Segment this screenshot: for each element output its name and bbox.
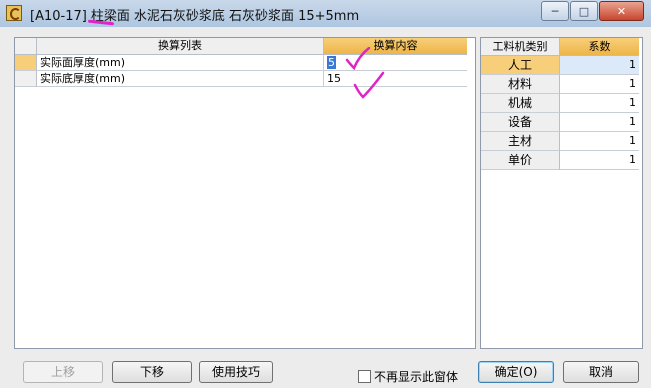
close-button[interactable]: ✕ (599, 1, 644, 21)
checkmark-annotation (345, 47, 371, 71)
move-up-button[interactable]: 上移 (23, 361, 103, 383)
usage-tips-button[interactable]: 使用技巧 (199, 361, 273, 383)
cancel-button[interactable]: 取消 (563, 361, 639, 383)
row-header[interactable] (15, 71, 37, 87)
table-row[interactable]: 主材 1 (481, 132, 639, 151)
table-row[interactable]: 机械 1 (481, 94, 639, 113)
table-row[interactable]: 实际面厚度(mm) 5 (15, 55, 467, 71)
dialog-window: [A10-17] 柱梁面 水泥石灰砂浆底 石灰砂浆面 15+5mm ─ □ ✕ 换算… (0, 0, 651, 388)
dont-show-again-checkbox[interactable] (358, 369, 371, 383)
category-cell[interactable]: 设备 (481, 113, 560, 132)
factor-cell[interactable]: 1 (560, 94, 639, 113)
title-bar: [A10-17] 柱梁面 水泥石灰砂浆底 石灰砂浆面 15+5mm ─ □ ✕ (0, 0, 651, 27)
category-cell[interactable]: 单价 (481, 151, 560, 170)
factor-cell[interactable]: 1 (560, 151, 639, 170)
move-down-button[interactable]: 下移 (112, 361, 192, 383)
column-header-conversion-list[interactable]: 换算列表 (37, 38, 324, 55)
dont-show-again-label[interactable]: 不再显示此窗体 (374, 368, 458, 385)
column-header-factor[interactable]: 系数 (560, 38, 639, 56)
maximize-button[interactable]: □ (570, 1, 598, 21)
dont-show-again-option[interactable]: 不再显示此窗体 (358, 368, 458, 385)
row-label: 实际底厚度(mm) (37, 71, 324, 87)
title-part2: 水泥石灰砂浆底 石灰砂浆面 15+5mm (133, 9, 360, 24)
column-header-category[interactable]: 工料机类别 (481, 38, 560, 56)
factor-cell[interactable]: 1 (560, 113, 639, 132)
table-row[interactable]: 材料 1 (481, 75, 639, 94)
resource-factor-table[interactable]: 工料机类别 系数 人工 1 材料 1 机械 1 设备 1 主材 1 单价 1 (480, 37, 643, 349)
factor-cell[interactable]: 1 (560, 56, 639, 75)
category-cell[interactable]: 主材 (481, 132, 560, 151)
category-cell[interactable]: 机械 (481, 94, 560, 113)
table-row[interactable]: 单价 1 (481, 151, 639, 170)
window-title: [A10-17] 柱梁面 水泥石灰砂浆底 石灰砂浆面 15+5mm (30, 5, 363, 24)
row-label: 实际面厚度(mm) (37, 55, 324, 71)
checkmark-annotation (353, 71, 385, 99)
table-row[interactable]: 设备 1 (481, 113, 639, 132)
factor-cell[interactable]: 1 (560, 132, 639, 151)
row-value[interactable]: 5 (327, 56, 336, 69)
table-row[interactable]: 实际底厚度(mm) 15 (15, 71, 467, 87)
category-cell[interactable]: 材料 (481, 75, 560, 94)
title-code: [A10-17] (30, 9, 87, 24)
category-cell[interactable]: 人工 (481, 56, 560, 75)
conversion-table[interactable]: 换算列表 换算内容 实际面厚度(mm) 5 实际底厚度(mm) 15 (14, 37, 476, 349)
ok-button[interactable]: 确定(O) (478, 361, 554, 383)
row-value[interactable]: 15 (324, 71, 467, 87)
app-icon[interactable] (6, 5, 22, 21)
table-row[interactable]: 人工 1 (481, 56, 639, 75)
dialog-body: 换算列表 换算内容 实际面厚度(mm) 5 实际底厚度(mm) 15 工料机类别… (7, 30, 645, 385)
factor-cell[interactable]: 1 (560, 75, 639, 94)
corner-header (15, 38, 37, 55)
window-controls: ─ □ ✕ (540, 1, 644, 21)
row-header[interactable] (15, 55, 37, 71)
minimize-button[interactable]: ─ (541, 1, 569, 21)
